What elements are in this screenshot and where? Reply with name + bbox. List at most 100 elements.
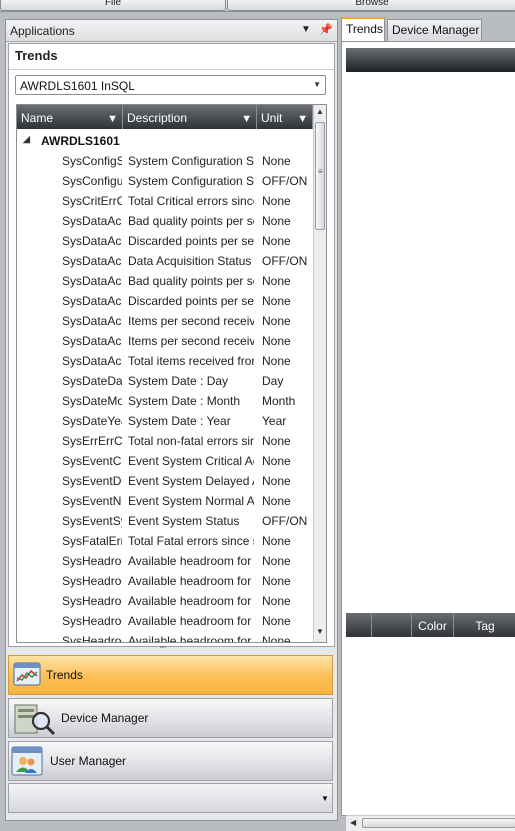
table-row[interactable]: SysDataAcc Discarded points per sec None (17, 291, 313, 311)
table-row[interactable]: SysConfigu System Configuration St OFF/ON (17, 171, 313, 191)
grip-icon: ≡ (318, 167, 323, 176)
tag-unit-cell: Month (262, 394, 296, 408)
tag-unit-cell: None (262, 554, 291, 568)
tag-description-cell: Event System Delayed A (128, 474, 254, 488)
trends-section: Trends AWRDLS1601 InSQL ▼ Name ▼ Descrip… (8, 43, 335, 647)
filter-icon[interactable]: ▼ (107, 106, 118, 132)
tag-unit-cell: None (262, 474, 291, 488)
tag-name-cell: SysDataAcc (62, 234, 122, 248)
table-row[interactable]: SysDateDay System Date : Day Day (17, 371, 313, 391)
tag-column-blank-2[interactable] (372, 613, 412, 637)
table-row[interactable]: SysHeadroo Available headroom for None (17, 631, 313, 643)
tag-column-blank-1[interactable] (346, 613, 372, 637)
table-row[interactable]: SysEventNo Event System Normal Ac None (17, 491, 313, 511)
filter-icon[interactable]: ▼ (297, 106, 308, 132)
table-row[interactable]: SysDataAcc Items per second receiv None (17, 311, 313, 331)
table-row[interactable]: SysCritErrC Total Critical errors since No… (17, 191, 313, 211)
top-menu-strip: File Browse (0, 0, 515, 12)
horizontal-scrollbar[interactable]: ◀ (346, 815, 515, 831)
table-row[interactable]: SysConfigS System Configuration St None (17, 151, 313, 171)
tag-unit-cell: None (262, 314, 291, 328)
table-row[interactable]: SysErrErrCn Total non-fatal errors sir Non… (17, 431, 313, 451)
scrollbar-thumb[interactable]: ≡ (315, 122, 325, 230)
table-row[interactable]: SysHeadroo Available headroom for None (17, 611, 313, 631)
tag-name-cell: SysFatalErr (62, 534, 122, 548)
pin-icon[interactable]: 📌 (319, 23, 333, 36)
panel-splitter[interactable]: '''' (6, 645, 337, 654)
nav-overflow-button[interactable]: ▼ (8, 783, 333, 813)
tag-description-cell: Event System Status (128, 514, 240, 528)
file-menu-button[interactable]: File (0, 0, 226, 11)
tag-description-cell: Items per second receiv (128, 314, 254, 328)
tag-unit-cell: OFF/ON (262, 174, 308, 188)
tag-name-cell: SysDateYea (62, 414, 122, 428)
tag-description-cell: Event System Normal Ac (128, 494, 254, 508)
column-header-unit[interactable]: Unit ▼ (257, 105, 313, 129)
nav-device-manager-button[interactable]: Device Manager (8, 698, 333, 738)
document-tabs: Trends Device Manager (341, 17, 515, 41)
tag-description-cell: System Date : Month (128, 394, 241, 408)
table-row[interactable]: SysDataAcc Items per second receiv None (17, 331, 313, 351)
device-manager-icon (13, 701, 57, 740)
tag-unit-cell: None (262, 274, 291, 288)
table-row[interactable]: SysDataAcc Bad quality points per se None (17, 271, 313, 291)
tag-name-cell: SysCritErrC (62, 194, 122, 208)
tag-unit-cell: None (262, 634, 291, 643)
tab-trends[interactable]: Trends (341, 17, 385, 41)
browse-menu-button[interactable]: Browse (227, 0, 515, 11)
group-label: AWRDLS1601 (41, 134, 120, 148)
tag-column-color[interactable]: Color (412, 613, 454, 637)
server-select-value: AWRDLS1601 InSQL (20, 79, 135, 93)
scroll-up-icon[interactable]: ▲ (316, 107, 324, 116)
chart-toolbar (346, 48, 515, 72)
filter-icon[interactable]: ▼ (241, 106, 252, 132)
tag-name-cell: SysHeadroo (62, 554, 122, 568)
chevron-down-icon[interactable]: ▼ (321, 794, 329, 803)
tag-description-cell: Available headroom for (128, 634, 252, 643)
tag-name-cell: SysDataAcc (62, 314, 122, 328)
tag-name-cell: SysHeadroo (62, 574, 122, 588)
tag-description-cell: Event System Critical Ac (128, 454, 254, 468)
nav-trends-button[interactable]: Trends (8, 655, 333, 695)
tag-column-tag[interactable]: Tag (454, 613, 515, 637)
table-row[interactable]: SysHeadroo Available headroom for None (17, 591, 313, 611)
applications-title: Applications (10, 24, 75, 38)
table-row[interactable]: SysDataAcc Bad quality points per se None (17, 211, 313, 231)
table-row[interactable]: SysDateYea System Date : Year Year (17, 411, 313, 431)
column-header-description[interactable]: Description ▼ (123, 105, 257, 129)
column-header-name[interactable]: Name ▼ (17, 105, 123, 129)
table-row[interactable]: SysDataAcc Total items received fror None (17, 351, 313, 371)
tag-unit-cell: OFF/ON (262, 254, 308, 268)
vertical-scrollbar[interactable]: ▲ ≡ ▼ (313, 105, 326, 642)
tag-unit-cell: Day (262, 374, 284, 388)
table-row[interactable]: SysHeadroo Available headroom for None (17, 571, 313, 591)
server-select[interactable]: AWRDLS1601 InSQL ▼ (15, 75, 326, 95)
tab-device-manager[interactable]: Device Manager (387, 19, 482, 41)
tag-name-cell: SysDataAcc (62, 354, 122, 368)
table-row[interactable]: SysHeadroo Available headroom for None (17, 551, 313, 571)
tag-description-cell: Bad quality points per se (128, 214, 254, 228)
table-row[interactable]: SysEventSy Event System Status OFF/ON (17, 511, 313, 531)
tag-description-cell: Bad quality points per se (128, 274, 254, 288)
table-row[interactable]: SysFatalErr Total Fatal errors since s Non… (17, 531, 313, 551)
table-row[interactable]: SysEventDe Event System Delayed A None (17, 471, 313, 491)
table-row[interactable]: SysEventCr Event System Critical Ac None (17, 451, 313, 471)
tag-description-cell: Available headroom for (128, 574, 252, 588)
scrollbar-thumb[interactable] (362, 818, 515, 828)
scroll-down-icon[interactable]: ▼ (316, 627, 324, 636)
tag-description-cell: System Configuration St (128, 174, 254, 188)
user-manager-icon (11, 746, 43, 779)
collapse-triangle-icon[interactable]: ◢ (23, 134, 30, 145)
tag-description-cell: Total Fatal errors since s (128, 534, 254, 548)
dropdown-arrow-icon[interactable]: ▼ (301, 24, 311, 35)
nav-user-manager-button[interactable]: User Manager (8, 741, 333, 781)
document-area: Trends Device Manager Color Tag ◀ (341, 17, 515, 831)
table-row[interactable]: SysDataAcc Discarded points per sec None (17, 231, 313, 251)
table-row[interactable]: SysDateMo System Date : Month Month (17, 391, 313, 411)
tag-unit-cell: None (262, 534, 291, 548)
table-row[interactable]: SysDataAcc Data Acquisition Status OFF/ON (17, 251, 313, 271)
grid-header: Name ▼ Description ▼ Unit ▼ (17, 105, 313, 129)
trends-section-title: Trends (15, 48, 58, 63)
tag-unit-cell: None (262, 434, 291, 448)
tag-unit-cell: None (262, 194, 291, 208)
